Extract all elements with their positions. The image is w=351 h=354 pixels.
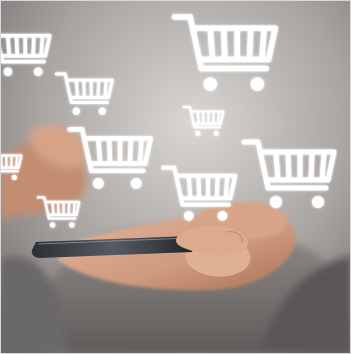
photo-illustration xyxy=(0,0,351,354)
hero-photo xyxy=(0,0,351,354)
